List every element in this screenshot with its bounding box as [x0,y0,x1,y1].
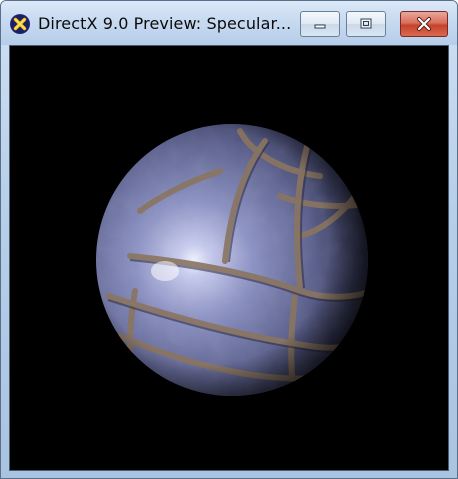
maximize-icon [360,18,372,29]
title-bar[interactable]: DirectX 9.0 Preview: Specular... [1,1,457,45]
window-frame-right [449,45,457,478]
close-button[interactable] [400,11,448,37]
minimize-button[interactable] [300,11,340,37]
directx-x-icon[interactable] [10,14,30,34]
window-title: DirectX 9.0 Preview: Specular... [38,14,292,33]
window-frame-bottom [1,471,457,478]
window-frame-left [1,45,9,478]
close-icon [417,17,431,31]
maximize-button[interactable] [346,11,386,37]
preview-window: DirectX 9.0 Preview: Specular... [0,0,458,479]
render-viewport[interactable] [9,45,449,471]
minimize-icon [314,24,326,29]
stone-sphere [10,46,448,470]
